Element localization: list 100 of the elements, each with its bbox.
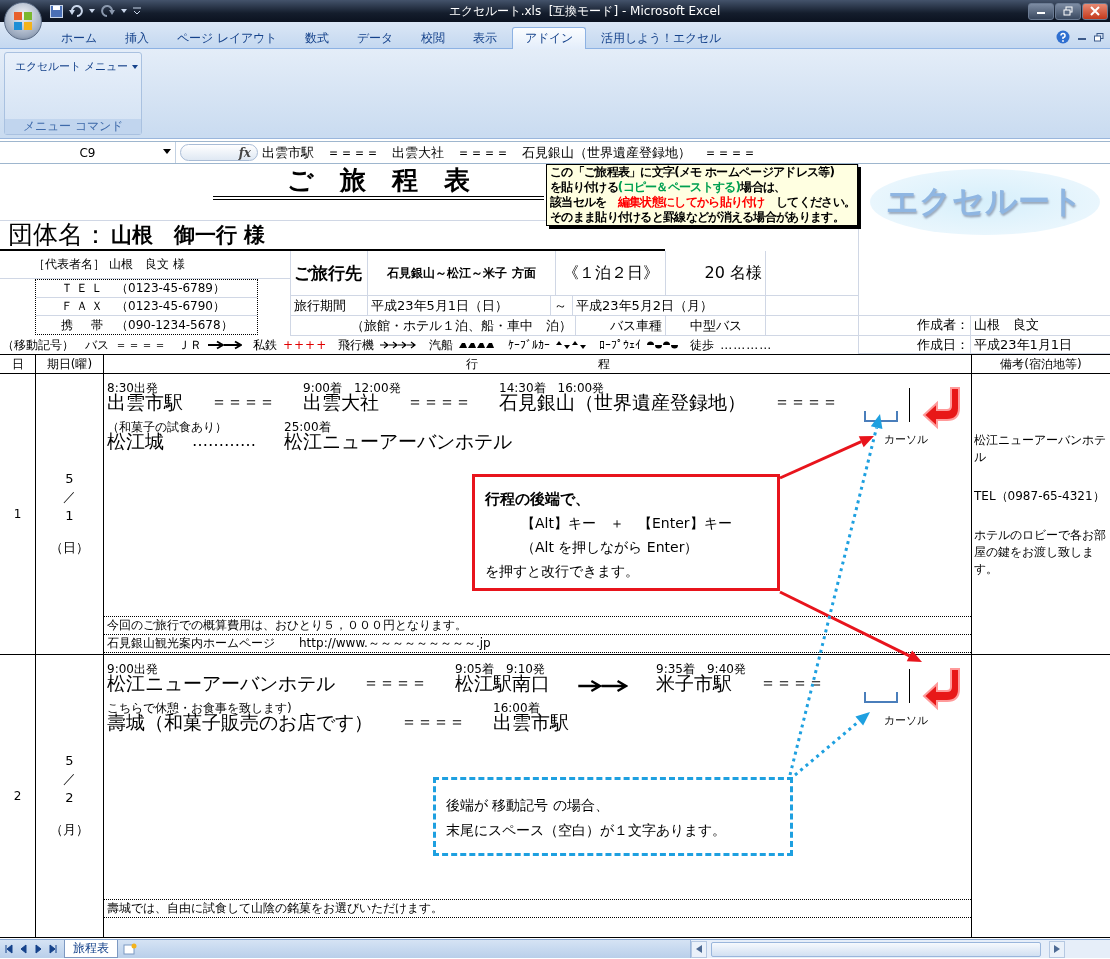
date-text: 5 — [65, 471, 74, 486]
semicircles-icon — [647, 340, 680, 350]
footer-note: 壽城では、自由に試食して山陰の銘菓をお選びいただけます。 — [104, 900, 971, 918]
weekday-text: （月） — [50, 821, 89, 839]
contact-label: ＦＡＸ — [60, 298, 106, 315]
route-separator: ＝＝＝＝ — [401, 711, 465, 733]
day-number: 1 — [0, 374, 36, 654]
ribbon-tab[interactable]: 挿入 — [112, 27, 162, 49]
callout-text: （Alt を押しながら Enter） — [520, 538, 700, 557]
date-text: 1 — [65, 508, 74, 523]
ribbon-tab[interactable]: 数式 — [291, 27, 342, 49]
representative-label: ［代表者名］ — [32, 256, 105, 273]
redo-icon[interactable] — [101, 5, 115, 17]
callout-text: 【Alt】キー ＋ 【Enter】キー — [520, 514, 733, 533]
author-label: 作成者： — [859, 316, 971, 335]
route-separator: ＝＝＝＝ — [774, 391, 838, 413]
column-header: 日 — [0, 355, 36, 373]
legend-label: 徒歩 — [690, 336, 715, 354]
destination: 石見銀山～松江～米子 方面 — [387, 264, 536, 282]
note-text: 該当セルを 編集状態にしてから貼り付け してください。 — [550, 195, 854, 210]
contact-value: （0123-45-6790） — [115, 298, 225, 315]
contact-label: 携 帯 — [60, 316, 106, 334]
menu-button[interactable]: エクセルート メニュー — [11, 57, 142, 76]
legend-label: ＪＲ — [178, 336, 202, 354]
contact-value: （090-1234-5678） — [115, 316, 233, 334]
office-logo-icon — [13, 11, 33, 31]
legend-symbol: ＝＝＝＝ — [115, 336, 167, 354]
ribbon-tab[interactable]: 校閲 — [407, 27, 458, 49]
triangles-icon — [556, 340, 589, 350]
caret-icon — [163, 149, 171, 154]
column-header: 期日(曜) — [36, 355, 104, 373]
cursor-label: カーソル — [884, 713, 928, 728]
save-icon[interactable] — [50, 4, 63, 18]
caret-icon[interactable] — [121, 9, 127, 13]
route-separator: ＝＝＝＝ — [363, 672, 427, 694]
start-date: 平成23年5月1日（日） — [371, 296, 509, 315]
legend-label: 私鉄 — [253, 336, 277, 354]
legend-label: ﾛｰﾌﾟｳｪｲ — [599, 338, 642, 352]
route-separator: ＝＝＝＝ — [211, 391, 275, 413]
space-marker-icon — [864, 692, 898, 704]
group-name: 山根 御一行 様 — [110, 222, 266, 249]
remark-text: TEL（0987-65-4321） — [974, 488, 1106, 505]
ribbon-tab[interactable]: ホーム — [48, 27, 110, 49]
close-button[interactable] — [1082, 2, 1108, 20]
caret-icon[interactable] — [89, 9, 95, 13]
formula-content[interactable]: 出雲市駅 ＝＝＝＝ 出雲大社 ＝＝＝＝ 石見銀山（世界遺産登録地） ＝＝＝＝ — [262, 143, 756, 162]
representative-name: 山根 良文 様 — [108, 256, 185, 273]
period-label: 旅行期間 — [294, 296, 346, 315]
help-icon[interactable] — [1056, 30, 1070, 44]
date-text: ／ — [63, 770, 76, 788]
note-text: この「ご旅程表」に文字(メモ ホームページアドレス等) — [550, 165, 836, 180]
group-label-text: 団体名： — [7, 220, 105, 249]
undo-icon[interactable] — [69, 5, 83, 17]
window-title: エクセルート.xls [互換モード] - Microsoft Excel — [448, 2, 721, 20]
legend-title: （移動記号） — [2, 336, 74, 354]
remark-text: 松江ニューアーバンホテル — [974, 432, 1107, 466]
created-date: 平成23年1月1日 — [973, 336, 1073, 353]
scroll-right-button[interactable] — [1049, 940, 1065, 958]
date-text: ／ — [63, 488, 76, 506]
legend-symbol: ………… — [720, 338, 773, 352]
sheet-tab[interactable]: 旅程表 — [64, 940, 118, 958]
callout-text: を押すと改行できます。 — [485, 562, 640, 581]
callout-heading: 行程の後端で、 — [485, 489, 591, 510]
customize-icon[interactable] — [133, 7, 141, 15]
text-cursor — [909, 388, 910, 422]
weekday-text: （日） — [50, 539, 89, 557]
end-date: 平成23年5月2日（月） — [576, 296, 714, 315]
triangle-icon — [47, 944, 58, 954]
route-separator: ＝＝＝＝ — [407, 391, 471, 413]
office-button[interactable] — [4, 2, 42, 40]
scroll-thumb[interactable] — [711, 941, 1041, 957]
group-label: メニュー コマンド — [5, 119, 141, 134]
footer-note: 今回のご旅行での概算費用は、おひとり５，０００円となります。 — [104, 617, 971, 635]
ribbon-tab[interactable]: 表示 — [459, 27, 510, 49]
legend-label: 飛行機 — [338, 336, 375, 354]
date-text: 5 — [65, 753, 74, 768]
bus-type: 中型バス — [689, 316, 742, 335]
contact-value: （0123-45-6789） — [115, 280, 225, 297]
minimize-button[interactable] — [1028, 2, 1054, 20]
scroll-left-button[interactable] — [691, 940, 707, 958]
ribbon-tab[interactable]: アドイン — [511, 27, 586, 49]
logo: エクセルート — [869, 169, 1100, 235]
restore-icon[interactable] — [1094, 32, 1104, 42]
ribbon-tab[interactable]: データ — [343, 27, 406, 49]
remark-text: ホテルのロビーで各お部屋の鍵をお渡し致します。 — [974, 527, 1107, 578]
function-button[interactable]: fx — [180, 144, 258, 161]
triangle-icon — [2, 944, 13, 954]
ribbon-tab[interactable]: 活用しよう！エクセル — [587, 27, 734, 49]
bus-label: バス車種 — [610, 316, 662, 335]
name-box[interactable]: C9 — [0, 142, 176, 163]
triangle-icon — [1054, 945, 1060, 953]
triangle-icon — [32, 944, 43, 954]
close-icon — [1090, 6, 1100, 16]
legend-label: 汽船 — [429, 336, 454, 354]
restore-button[interactable] — [1055, 2, 1081, 20]
callout-text: 後端が 移動記号 の場合、 — [446, 796, 610, 815]
footer-note: 石見銀山観光案内ホームページ http://www.～～～～～～～～～.jp — [104, 635, 971, 653]
ribbon-tab[interactable]: ページ レイアウト — [164, 27, 290, 49]
author-name: 山根 良文 — [973, 316, 1039, 334]
cell-reference: C9 — [79, 145, 96, 160]
